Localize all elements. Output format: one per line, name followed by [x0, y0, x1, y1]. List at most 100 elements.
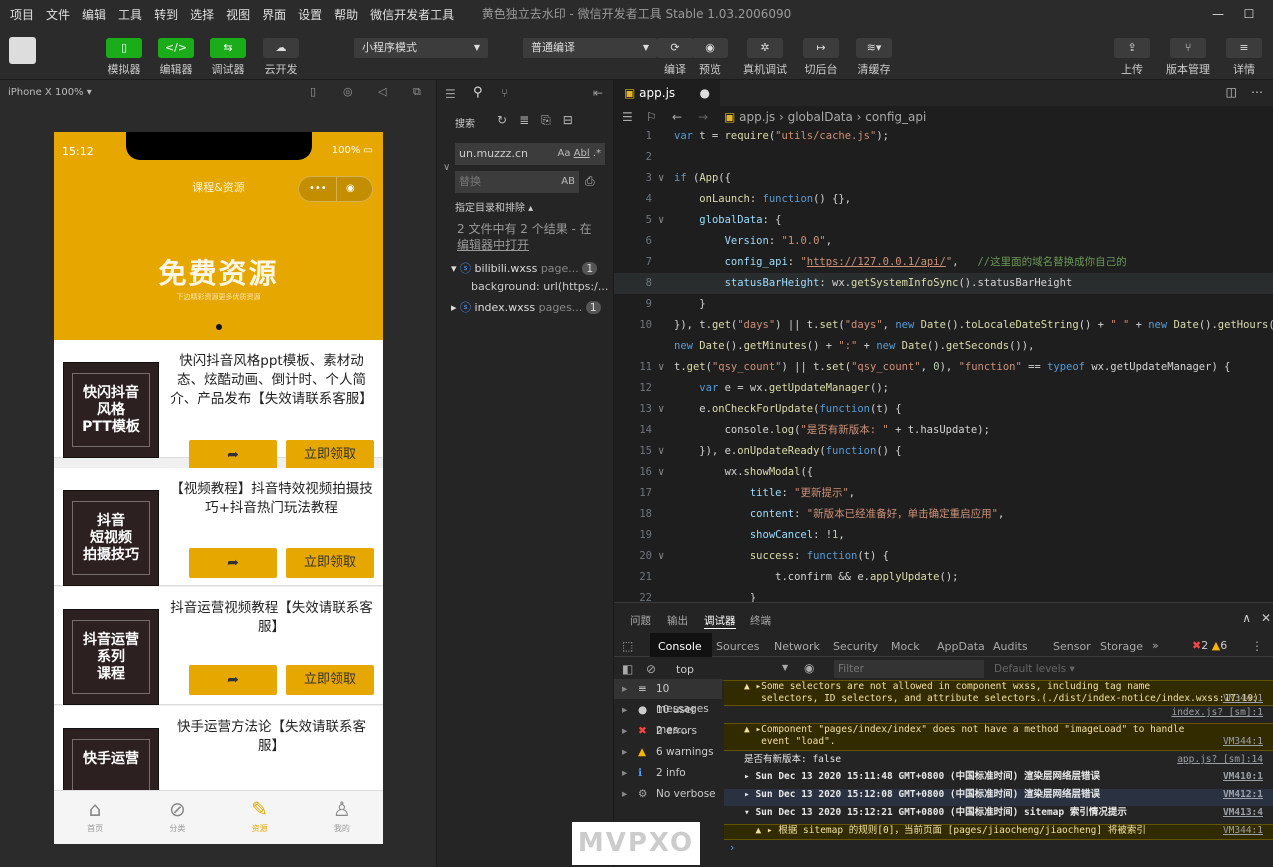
maximize-button[interactable]: ☐ [1237, 4, 1261, 24]
expand-icon[interactable]: ▾ [451, 262, 457, 275]
console-message[interactable]: ▸ Sun Dec 13 2020 15:11:48 GMT+0800 (中国标… [724, 771, 1273, 788]
expand-icon[interactable]: ▸ [622, 721, 627, 741]
more-icon[interactable]: ••• [309, 177, 327, 201]
sound-icon[interactable]: ◁ [378, 85, 386, 98]
menu-item[interactable]: 设置 [292, 6, 328, 23]
collapse-icon[interactable]: ∧ [1242, 611, 1251, 625]
console-filter-0[interactable]: ▸ ≡ 10 messages [614, 679, 722, 715]
avatar[interactable] [9, 37, 36, 64]
console-tab[interactable]: Sources [716, 640, 760, 653]
bookmark-icon[interactable]: ⚐ [646, 106, 657, 128]
share-button[interactable]: ➦ [189, 440, 277, 470]
console-message[interactable]: ▲ ▸Component "pages/index/index" does no… [724, 723, 1273, 751]
list-icon[interactable]: ☰ [445, 87, 456, 101]
device-select[interactable]: iPhone X 100% ▾ [8, 87, 92, 98]
minimize-button[interactable]: — [1206, 4, 1230, 24]
claim-button[interactable]: 立即领取 [286, 440, 374, 470]
fold-icon[interactable]: ∨ [658, 168, 664, 189]
breadcrumb-symbol[interactable]: globalData [788, 110, 853, 124]
tab-home[interactable]: ⌂ 首页 [54, 791, 136, 844]
devtools-tab[interactable]: 输出 [667, 613, 688, 628]
levels-select[interactable]: Default levels ▾ [994, 663, 1075, 675]
devtools-tab[interactable]: 问题 [630, 613, 651, 628]
menu-item[interactable]: 项目 [4, 6, 40, 23]
console-message[interactable]: index.js? [sm]:1 [724, 707, 1273, 722]
replace-input[interactable]: 替换 AB [455, 171, 579, 193]
open-in-editor-link[interactable]: 编辑器中打开 [457, 236, 529, 253]
forward-icon[interactable]: → [698, 106, 708, 128]
console-filter-1[interactable]: ▸ ● 10 user mes... [614, 700, 722, 736]
list-item[interactable]: 抖音 短视频 拍摄技巧 【视频教程】抖音特效视频拍摄技巧+抖音热门玩法教程 ➦ 立即领… [54, 468, 383, 586]
message-source-link[interactable]: index.js? [sm]:1 [1171, 707, 1263, 719]
fold-icon[interactable]: ∨ [658, 357, 664, 378]
message-source-link[interactable]: VM344:1 [1223, 693, 1263, 705]
console-filter-5[interactable]: ▸ ⚙ No verbose [614, 784, 722, 804]
fold-icon[interactable]: ∨ [658, 546, 664, 567]
console-tab[interactable]: Storage [1100, 640, 1143, 653]
console-tab[interactable]: Sensor [1053, 640, 1091, 653]
console-message[interactable]: 是否有新版本: false app.js? [sm]:14 [724, 754, 1273, 770]
match-case-toggle[interactable]: Aa [558, 148, 571, 159]
console-tab[interactable]: AppData [937, 640, 985, 653]
devtools-tab[interactable]: 终端 [750, 613, 771, 628]
expand-icon[interactable]: ▸ [622, 763, 627, 783]
menu-item[interactable]: 界面 [256, 6, 292, 23]
menu-item[interactable]: 编辑 [76, 6, 112, 23]
console-filter-4[interactable]: ▸ ℹ 2 info [614, 763, 722, 783]
devtools-tab[interactable]: 调试器 [704, 613, 736, 629]
expand-icon[interactable]: ▸ [622, 679, 627, 699]
search-result-file[interactable]: ▾ ⓢ bilibili.wxss page... 1 [451, 260, 611, 276]
console-message[interactable]: ▸ Sun Dec 13 2020 15:12:08 GMT+0800 (中国标… [724, 789, 1273, 806]
message-source-link[interactable]: VM344:1 [1223, 736, 1263, 748]
regex-toggle[interactable]: .* [593, 148, 601, 159]
console-tab[interactable]: Security [833, 640, 878, 653]
breadcrumb-file[interactable]: app.js [739, 110, 775, 124]
preview-button[interactable]: ◉ 预览 [692, 38, 728, 77]
message-source-link[interactable]: VM413:4 [1223, 807, 1263, 819]
cloud-button[interactable]: ☁ 云开发 [263, 38, 299, 77]
expand-icon[interactable]: ▸ [622, 742, 627, 762]
fold-icon[interactable]: ∨ [658, 210, 664, 231]
preserve-case-toggle[interactable]: AB [561, 171, 575, 193]
menu-item[interactable]: 帮助 [328, 6, 364, 23]
back-icon[interactable]: ← [672, 106, 682, 128]
list-item[interactable]: 抖音运营 系列 课程 抖音运营视频教程【失效请联系客服】 ➦ 立即领取 [54, 587, 383, 705]
branch-icon[interactable]: ⑂ [501, 86, 508, 100]
replace-all-icon[interactable]: ⎙ [585, 174, 595, 189]
compile-mode-select[interactable]: 普通编译 ▼ [523, 38, 657, 58]
clear-console-icon[interactable]: ⊘ [646, 662, 656, 676]
message-source-link[interactable]: VM344:1 [1223, 825, 1263, 837]
search-icon[interactable]: ⚲ [473, 85, 483, 100]
refresh-icon[interactable]: ↻ [497, 113, 519, 127]
whole-word-toggle[interactable]: Abl [574, 148, 590, 159]
menu-item[interactable]: 微信开发者工具 [364, 6, 460, 23]
eye-icon[interactable]: ◉ [804, 661, 814, 675]
editor-button[interactable]: </> 编辑器 [158, 38, 194, 77]
include-exclude-toggle[interactable]: 指定目录和排除 ▴ [455, 199, 533, 214]
expand-icon[interactable]: ▸ [451, 301, 457, 314]
details-button[interactable]: ≡ 详情 [1226, 38, 1262, 77]
upload-button[interactable]: ⇪ 上传 [1114, 38, 1150, 77]
list-item[interactable]: 快闪抖音 风格 PTT模板 快闪抖音风格ppt模板、素材动态、炫酷动画、倒计时、个… [54, 340, 383, 470]
expand-icon[interactable]: ▸ [622, 700, 627, 720]
claim-button[interactable]: 立即领取 [286, 665, 374, 695]
search-result-file[interactable]: ▸ ⓢ index.wxss pages... 1 [451, 299, 611, 315]
popout-icon[interactable]: ⧉ [413, 85, 421, 99]
share-button[interactable]: ➦ [189, 665, 277, 695]
more-tabs-icon[interactable]: » [1152, 639, 1159, 652]
claim-button[interactable]: 立即领取 [286, 548, 374, 578]
simulator-button[interactable]: ▯ 模拟器 [106, 38, 142, 77]
search-input[interactable]: un.muzzz.cn Aa Abl .* [455, 143, 605, 165]
menu-item[interactable]: 选择 [184, 6, 220, 23]
console-filter-3[interactable]: ▸ ▲ 6 warnings [614, 742, 722, 762]
expand-icon[interactable]: ▸ [622, 784, 627, 804]
list-icon[interactable]: ☰ [622, 106, 633, 128]
phone-icon[interactable]: ▯ [310, 85, 316, 98]
console-filter-2[interactable]: ▸ ✖ 2 errors [614, 721, 722, 741]
fold-icon[interactable]: ∨ [658, 441, 664, 462]
breadcrumb-property[interactable]: config_api [865, 110, 926, 124]
context-select[interactable]: top [676, 663, 694, 676]
issue-counts[interactable]: ✖2 ▲6 [1192, 639, 1227, 652]
unsaved-dot-icon[interactable]: ● [700, 80, 710, 106]
real-debug-button[interactable]: ✲ 真机调试 [743, 38, 787, 77]
